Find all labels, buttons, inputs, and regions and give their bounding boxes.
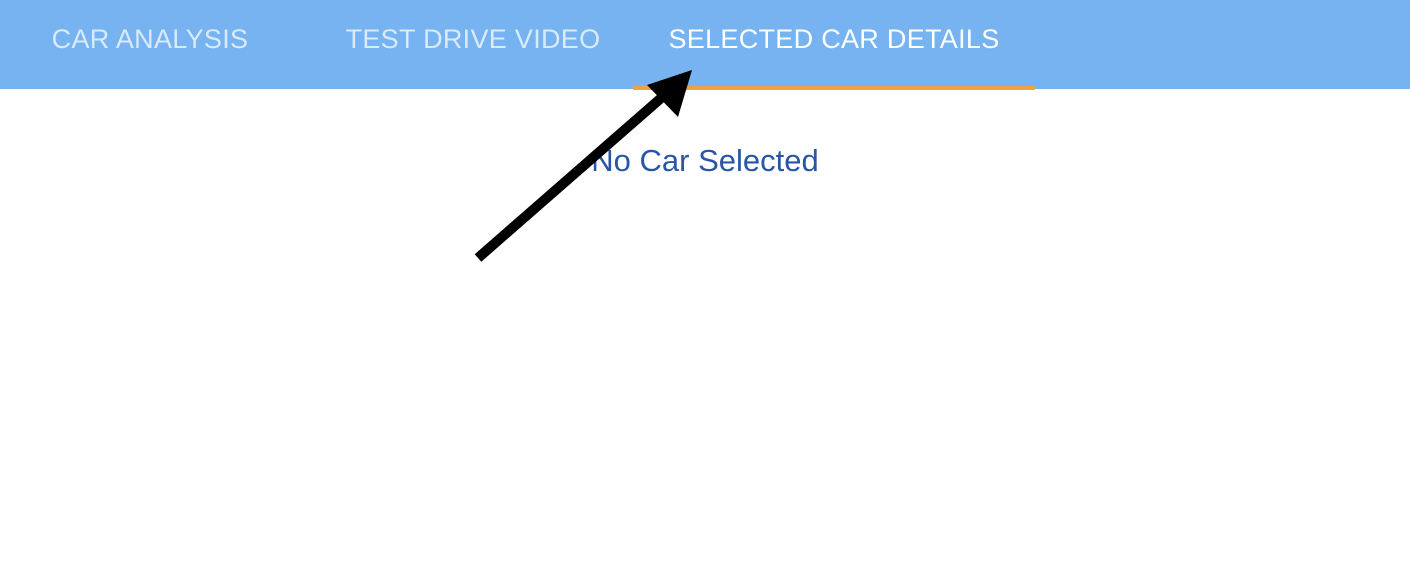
- tab-label: SELECTED CAR DETAILS: [668, 24, 1000, 54]
- empty-state-message: No Car Selected: [591, 143, 819, 178]
- tab-selected-car-details[interactable]: SELECTED CAR DETAILS: [633, 0, 1035, 89]
- tab-label: TEST DRIVE VIDEO: [345, 24, 601, 54]
- tab-bar: CAR ANALYSIS TEST DRIVE VIDEO SELECTED C…: [0, 0, 1410, 90]
- tab-label: CAR ANALYSIS: [51, 24, 249, 54]
- tab-content-panel: No Car Selected: [0, 89, 1410, 584]
- tab-car-analysis[interactable]: CAR ANALYSIS: [0, 0, 300, 89]
- tab-test-drive-video[interactable]: TEST DRIVE VIDEO: [313, 0, 633, 89]
- page: CAR ANALYSIS TEST DRIVE VIDEO SELECTED C…: [0, 0, 1410, 584]
